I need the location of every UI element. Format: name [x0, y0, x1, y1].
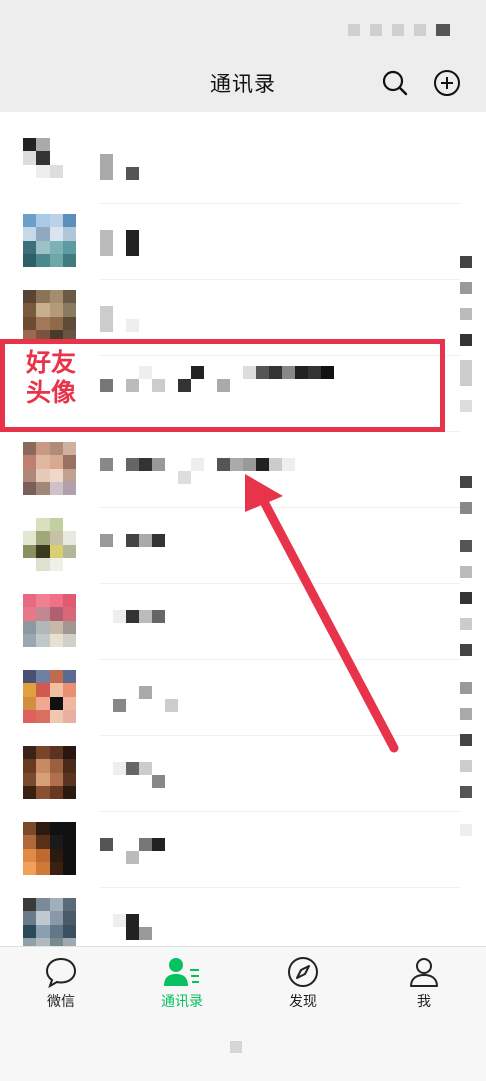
annotation-arrow [245, 474, 399, 753]
tab-label: 微信 [47, 994, 75, 1010]
compass-icon [288, 957, 318, 987]
profile-person-icon [410, 958, 438, 987]
home-indicator [230, 1041, 242, 1053]
bottom-tab-bar: 微信 通讯录 发现 我 [0, 946, 486, 1081]
contacts-person-icon [164, 958, 199, 986]
chat-bubble-icon [45, 957, 77, 989]
tab-label: 我 [417, 994, 431, 1010]
tab-chats[interactable]: 微信 [16, 955, 106, 1011]
tab-discover[interactable]: 发现 [258, 955, 348, 1011]
tab-me[interactable]: 我 [379, 955, 469, 1011]
tab-label: 发现 [289, 994, 317, 1010]
tab-label: 通讯录 [161, 994, 203, 1010]
tab-contacts[interactable]: 通讯录 [137, 955, 227, 1011]
